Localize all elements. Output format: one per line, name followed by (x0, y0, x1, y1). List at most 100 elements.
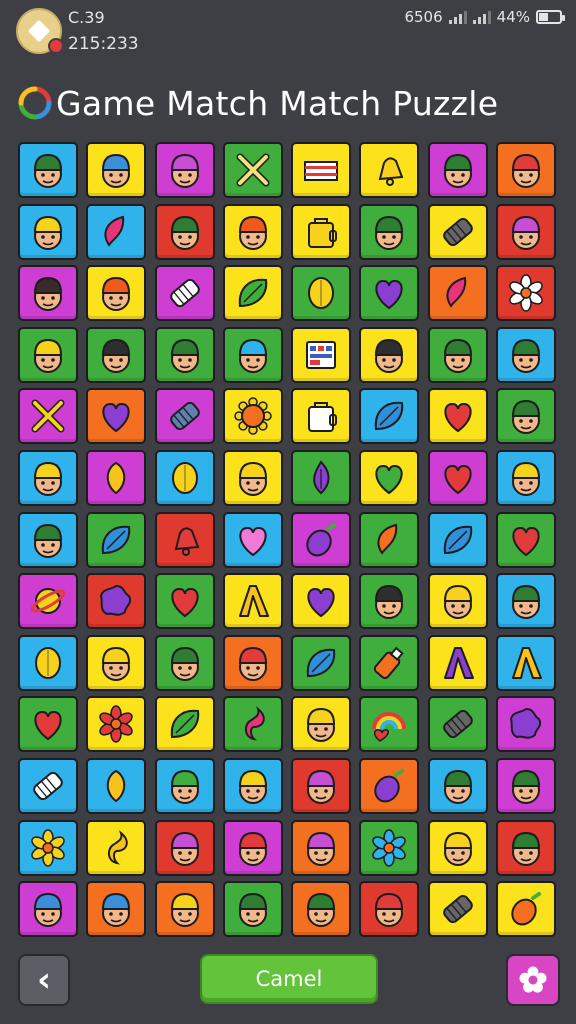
tile-r9-c4[interactable] (222, 634, 283, 691)
tile-r12-c8[interactable] (496, 819, 557, 876)
tile-r6-c5[interactable] (291, 449, 352, 506)
tile-r10-c6[interactable] (359, 696, 420, 753)
main-action-button[interactable]: Camel (200, 954, 378, 1004)
tile-r2-c5[interactable] (291, 203, 352, 260)
tile-r2-c8[interactable] (496, 203, 557, 260)
tile-r4-c8[interactable] (496, 326, 557, 383)
tile-r9-c5[interactable] (291, 634, 352, 691)
tile-r7-c8[interactable] (496, 511, 557, 568)
avatar[interactable] (16, 8, 64, 54)
tile-r9-c6[interactable] (359, 634, 420, 691)
tile-r10-c5[interactable] (291, 696, 352, 753)
tile-r12-c3[interactable] (154, 819, 215, 876)
tile-r12-c1[interactable] (18, 819, 78, 876)
tile-r1-c7[interactable] (427, 142, 488, 198)
tile-r7-c5[interactable] (291, 511, 352, 568)
tile-r10-c8[interactable] (496, 696, 557, 753)
tile-r8-c3[interactable] (154, 573, 215, 630)
tile-r5-c8[interactable] (496, 388, 557, 445)
tile-r13-c2[interactable] (86, 881, 147, 938)
tile-r6-c6[interactable] (359, 449, 420, 506)
tile-r3-c3[interactable] (154, 265, 215, 322)
tile-r2-c2[interactable] (86, 203, 147, 260)
back-button[interactable]: ‹ (18, 954, 70, 1006)
tile-r13-c3[interactable] (154, 881, 215, 938)
tile-r12-c2[interactable] (86, 819, 147, 876)
tile-r12-c6[interactable] (359, 819, 420, 876)
tile-r6-c2[interactable] (86, 449, 147, 506)
tile-r1-c6[interactable] (359, 142, 420, 198)
tile-r9-c1[interactable] (18, 634, 78, 691)
tile-r10-c3[interactable] (154, 696, 215, 753)
tile-r8-c5[interactable] (291, 573, 352, 630)
tile-r11-c6[interactable] (359, 757, 420, 814)
tile-r8-c7[interactable] (427, 573, 488, 630)
tile-r9-c3[interactable] (154, 634, 215, 691)
tile-r7-c7[interactable] (427, 511, 488, 568)
tile-r11-c2[interactable] (86, 757, 147, 814)
tile-r10-c7[interactable] (427, 696, 488, 753)
tile-r4-c1[interactable] (18, 326, 78, 383)
tile-r4-c4[interactable] (222, 326, 283, 383)
tile-r6-c1[interactable] (18, 449, 78, 506)
tile-r5-c4[interactable] (222, 388, 283, 445)
tile-r2-c1[interactable] (18, 203, 78, 260)
tile-r6-c3[interactable] (154, 449, 215, 506)
tile-r8-c6[interactable] (359, 573, 420, 630)
tile-r9-c2[interactable] (86, 634, 147, 691)
tile-r11-c7[interactable] (427, 757, 488, 814)
tile-r11-c8[interactable] (496, 757, 557, 814)
tile-r6-c8[interactable] (496, 449, 557, 506)
tile-r5-c2[interactable] (86, 388, 147, 445)
tile-r13-c5[interactable] (291, 881, 352, 938)
tile-r6-c7[interactable] (427, 449, 488, 506)
tile-r2-c7[interactable] (427, 203, 488, 260)
tile-r12-c7[interactable] (427, 819, 488, 876)
tile-r7-c2[interactable] (86, 511, 147, 568)
tile-r1-c2[interactable] (86, 142, 147, 198)
tile-r3-c4[interactable] (222, 265, 283, 322)
tile-r7-c3[interactable] (154, 511, 215, 568)
tile-r5-c7[interactable] (427, 388, 488, 445)
tile-r8-c2[interactable] (86, 573, 147, 630)
tile-r1-c3[interactable] (154, 142, 215, 198)
tile-r12-c4[interactable] (222, 819, 283, 876)
tile-r4-c3[interactable] (154, 326, 215, 383)
tile-r7-c6[interactable] (359, 511, 420, 568)
tile-r8-c8[interactable] (496, 573, 557, 630)
tile-r10-c4[interactable] (222, 696, 283, 753)
tile-r13-c1[interactable] (18, 881, 78, 938)
tile-r1-c8[interactable] (496, 142, 557, 198)
tile-r3-c7[interactable] (427, 265, 488, 322)
tile-r13-c7[interactable] (427, 881, 488, 938)
tile-r2-c3[interactable] (154, 203, 215, 260)
tile-r7-c4[interactable] (222, 511, 283, 568)
tile-r8-c1[interactable] (18, 573, 78, 630)
tile-r3-c2[interactable] (86, 265, 147, 322)
tile-r11-c5[interactable] (291, 757, 352, 814)
tile-r7-c1[interactable] (18, 511, 78, 568)
tile-r2-c4[interactable] (222, 203, 283, 260)
tile-r13-c4[interactable] (222, 881, 283, 938)
tile-r4-c6[interactable] (359, 326, 420, 383)
tile-r11-c4[interactable] (222, 757, 283, 814)
tile-r3-c8[interactable] (496, 265, 557, 322)
tile-r8-c4[interactable] (222, 573, 283, 630)
tile-r5-c1[interactable] (18, 388, 78, 445)
tile-r9-c7[interactable] (427, 634, 488, 691)
tile-r1-c4[interactable] (222, 142, 283, 198)
tile-r5-c5[interactable] (291, 388, 352, 445)
tile-r13-c6[interactable] (359, 881, 420, 938)
tile-r4-c7[interactable] (427, 326, 488, 383)
menu-button[interactable] (506, 954, 560, 1006)
tile-r4-c5[interactable] (291, 326, 352, 383)
tile-r11-c1[interactable] (18, 757, 78, 814)
tile-r3-c1[interactable] (18, 265, 78, 322)
tile-r10-c1[interactable] (18, 696, 78, 753)
tile-r1-c5[interactable] (291, 142, 352, 198)
tile-r1-c1[interactable] (18, 142, 78, 198)
tile-r13-c8[interactable] (496, 881, 557, 938)
tile-r12-c5[interactable] (291, 819, 352, 876)
tile-r9-c8[interactable] (496, 634, 557, 691)
tile-r3-c6[interactable] (359, 265, 420, 322)
